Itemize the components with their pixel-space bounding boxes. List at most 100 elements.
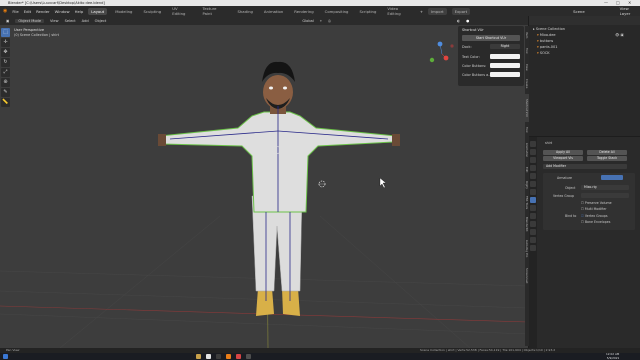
vertex-group-field[interactable] [581,193,629,198]
scene-tab-icon[interactable] [530,173,536,179]
top-menubar: ◉ File Edit Render Window Help Layout Mo… [0,6,640,16]
measure-icon[interactable]: 📏 [1,98,10,107]
mouse-pointer-icon [379,177,387,189]
bone-envelopes-checkbox[interactable]: ☐ Bone Envelopes [581,220,610,224]
render-tab-icon[interactable] [530,149,536,155]
output-tab-icon[interactable] [530,157,536,163]
outliner-item[interactable]: ▾ buttons [537,39,553,43]
blender-taskbar-icon[interactable] [226,354,231,359]
tab-modeling[interactable]: Modeling [112,8,135,15]
data-tab-icon[interactable] [530,229,536,235]
app-icon[interactable] [216,354,221,359]
outliner-item[interactable]: ▸ Scene Collection [533,27,565,31]
3d-cursor-icon[interactable] [318,180,326,188]
viewport-vis-button[interactable]: Viewport Vis [543,156,583,161]
outliner-item[interactable]: ▾ SOCK [537,51,550,55]
outliner-item[interactable]: ▾ pants.001 [537,45,557,49]
color-buttons-a-swatch[interactable] [490,72,520,77]
menu-render[interactable]: Render [36,9,50,14]
object-label: Object [565,186,576,190]
apply-all-button[interactable]: Apply All [543,150,583,155]
bind-to-label: Bind to [565,214,577,218]
world-tab-icon[interactable] [530,181,536,187]
tab-scripting[interactable]: Scripting [356,8,379,15]
color-buttons-a-label: Color Buttons a... [462,73,492,77]
tab-shading[interactable]: Shading [234,8,255,15]
blender-logo-icon[interactable]: ◉ [3,8,7,14]
physics-tab-icon[interactable] [530,213,536,219]
menu-add[interactable]: Add [82,19,89,23]
multi-modifier-checkbox[interactable]: ☐ Multi Modifier [581,207,607,211]
browser-icon[interactable] [206,354,211,359]
navigation-gizmo[interactable] [429,41,454,63]
color-buttons-swatch[interactable] [490,63,520,68]
cursor-icon[interactable]: ✛ [1,38,10,47]
import-button[interactable]: Import [428,7,447,15]
modifier-tab-icon[interactable] [530,197,536,203]
scene-selector[interactable]: Scene [573,9,585,14]
start-shortcut-vur-button[interactable]: Start Shortcut VUr [462,35,520,41]
modifier-name[interactable]: Armature [557,176,572,180]
tab-rendering[interactable]: Rendering [291,8,316,15]
move-icon[interactable]: ✥ [1,48,10,57]
viewport-overlay-title: User Perspective [14,28,45,32]
modifier-toggles[interactable] [601,175,623,180]
preserve-volume-checkbox[interactable]: ☐ Preserve Volume [581,201,612,205]
menu-view[interactable]: View [50,19,59,23]
scale-icon[interactable]: ⤢ [1,68,10,77]
tab-sculpting[interactable]: Sculpting [140,8,164,15]
proportional-icon[interactable]: ◎ [328,19,331,23]
menu-object[interactable]: Object [95,19,107,23]
shading-solid-icon[interactable]: ● [466,19,469,23]
app-icon[interactable] [246,354,251,359]
object-name: shirt [545,141,553,145]
vertex-groups-checkbox[interactable]: ☑ Vertex Groups [581,214,608,218]
vertex-group-label: Vertex Group [553,194,574,198]
particles-tab-icon[interactable] [530,205,536,211]
dock-dropdown[interactable]: Right [490,44,520,49]
file-explorer-icon[interactable] [196,354,201,359]
menu-window[interactable]: Window [55,9,70,14]
3d-viewport[interactable] [0,16,528,348]
overlay-icon[interactable]: ◐ [457,19,460,23]
view-layer-tab-icon[interactable] [530,165,536,171]
clock[interactable]: 12:02 AM 5/9/2021 [606,352,619,360]
shortcut-vur-panel: Shortcut VUr Start Shortcut VUr Dock: Ri… [458,26,524,86]
constraints-tab-icon[interactable] [530,221,536,227]
annotate-icon[interactable]: ✎ [1,88,10,97]
add-workspace-button[interactable]: + [420,9,423,14]
export-button[interactable]: Export [451,7,471,15]
text-color-swatch[interactable] [490,54,520,59]
view-layer-selector[interactable]: View Layer [620,6,640,16]
texture-tab-icon[interactable] [530,245,536,251]
add-modifier-dropdown[interactable]: Add Modifier [543,164,627,169]
rotate-icon[interactable]: ↻ [1,58,10,67]
snap-icon[interactable]: ⌖ [320,19,322,23]
object-tab-icon[interactable] [530,189,536,195]
editor-type-icon[interactable]: ▣ [6,19,9,23]
character-model[interactable] [158,61,400,316]
delete-all-button[interactable]: Delete All [587,150,627,155]
tab-layout[interactable]: Layout [88,7,108,15]
transform-icon[interactable]: ⊕ [1,78,10,87]
visibility-icons[interactable]: 👁 ▣ [615,33,624,37]
tool-tab-icon[interactable] [530,141,536,147]
tab-animation[interactable]: Animation [261,8,286,15]
text-color-label: Text Color: [462,55,480,59]
select-box-icon[interactable]: ⬚ [1,28,10,37]
tab-compositing[interactable]: Compositing [322,8,352,15]
menu-file[interactable]: File [12,9,18,14]
mode-selector[interactable]: Object Mode [15,18,45,23]
material-tab-icon[interactable] [530,237,536,243]
object-field[interactable]: Mixo.rig [581,185,629,190]
os-taskbar: 12:02 AM 5/9/2021 [0,352,640,360]
toggle-stack-button[interactable]: Toggle Stack [587,156,627,161]
menu-select[interactable]: Select [65,19,76,23]
menu-help[interactable]: Help [75,9,84,14]
transform-orientation[interactable]: Global [302,19,313,23]
menu-edit[interactable]: Edit [24,9,31,14]
recorder-icon[interactable] [236,354,241,359]
outliner-item[interactable]: ▾ Mixo.dee [537,33,556,37]
panel-title: Shortcut VUr [462,28,484,32]
start-icon[interactable] [3,354,8,359]
